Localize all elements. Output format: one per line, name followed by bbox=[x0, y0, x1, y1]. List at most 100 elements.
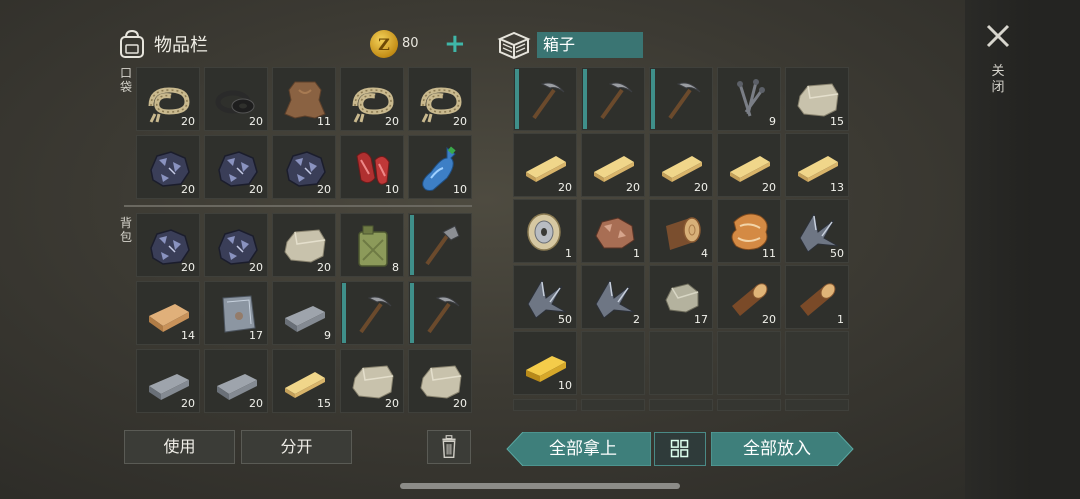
close-icon[interactable] bbox=[984, 22, 1012, 50]
backpack-slot[interactable] bbox=[340, 281, 404, 345]
use-button[interactable]: 使用 bbox=[124, 430, 235, 464]
durability-bar bbox=[410, 215, 414, 275]
box-name-field[interactable]: 箱子 bbox=[537, 32, 643, 58]
backpack-slot[interactable]: 17 bbox=[204, 281, 268, 345]
pickaxe-icon bbox=[668, 82, 701, 120]
put-all-button[interactable]: 全部放入 bbox=[711, 432, 843, 466]
box.slots-slot[interactable]: 1 bbox=[581, 199, 645, 263]
item-count: 20 bbox=[385, 115, 399, 128]
durability-bar bbox=[342, 283, 346, 343]
pickaxe-icon bbox=[600, 82, 633, 120]
box-header: 箱子 bbox=[497, 30, 643, 60]
coin-count: 80 bbox=[402, 36, 419, 51]
pocket-slot[interactable]: 20 bbox=[136, 67, 200, 131]
item-count: 11 bbox=[762, 247, 776, 260]
item-count: 10 bbox=[558, 379, 572, 392]
pocket-slot[interactable]: 20 bbox=[204, 67, 268, 131]
item-count: 20 bbox=[181, 261, 195, 274]
item-count: 1 bbox=[633, 247, 640, 260]
backpack-slot[interactable]: 8 bbox=[340, 213, 404, 277]
item-count: 17 bbox=[694, 313, 708, 326]
split-button[interactable]: 分开 bbox=[241, 430, 352, 464]
pocket-slot[interactable]: 20 bbox=[272, 135, 336, 199]
backpack-slot[interactable]: 15 bbox=[272, 349, 336, 413]
box.slots-slot[interactable]: 9 bbox=[717, 67, 781, 131]
backpack-slot[interactable] bbox=[408, 213, 472, 277]
durability-bar bbox=[515, 69, 519, 129]
firewood-icon bbox=[800, 283, 836, 316]
box-slot-partial bbox=[513, 399, 577, 411]
discard-button[interactable] bbox=[427, 430, 471, 464]
inventory-header: 物品栏 bbox=[118, 26, 208, 62]
pocket-slot[interactable]: 10 bbox=[408, 135, 472, 199]
box.slots-slot[interactable]: 13 bbox=[785, 133, 849, 197]
item-count: 20 bbox=[453, 115, 467, 128]
item-count: 20 bbox=[317, 261, 331, 274]
box.slots-slot[interactable]: 15 bbox=[785, 67, 849, 131]
grid-icon bbox=[670, 439, 689, 458]
backpack-slot[interactable] bbox=[408, 281, 472, 345]
backpack-slot[interactable]: 20 bbox=[204, 213, 268, 277]
box.slots-slot[interactable] bbox=[649, 67, 713, 131]
backpack-slot[interactable]: 14 bbox=[136, 281, 200, 345]
box.slots-slot[interactable]: 1 bbox=[785, 265, 849, 329]
box.slots-slot[interactable]: 20 bbox=[581, 133, 645, 197]
box.slots-slot[interactable]: 50 bbox=[785, 199, 849, 263]
item-count: 20 bbox=[181, 397, 195, 410]
box.slots-slot[interactable] bbox=[785, 331, 849, 395]
item-count: 20 bbox=[317, 183, 331, 196]
item-count: 20 bbox=[762, 313, 776, 326]
pocket-slot[interactable]: 10 bbox=[340, 135, 404, 199]
backpack-slot[interactable]: 9 bbox=[272, 281, 336, 345]
take-all-button[interactable]: 全部拿上 bbox=[518, 432, 648, 466]
add-coins-button[interactable]: + bbox=[444, 30, 466, 58]
box.slots-slot[interactable]: 20 bbox=[513, 133, 577, 197]
box.slots-slot[interactable]: 10 bbox=[513, 331, 577, 395]
box.slots-slot[interactable] bbox=[581, 67, 645, 131]
durability-bar bbox=[410, 283, 414, 343]
wire-spool-icon bbox=[527, 213, 561, 251]
item-count: 9 bbox=[769, 115, 776, 128]
backpack-slot[interactable]: 20 bbox=[340, 349, 404, 413]
close-label[interactable]: 关闭 bbox=[989, 64, 1007, 96]
backpack-slot[interactable]: 20 bbox=[136, 349, 200, 413]
box.slots-slot[interactable]: 4 bbox=[649, 199, 713, 263]
pickaxe-icon bbox=[532, 82, 565, 120]
backpack-label: 背包 bbox=[119, 216, 132, 244]
pocket-slot[interactable]: 20 bbox=[204, 135, 268, 199]
box.slots-slot[interactable]: 20 bbox=[717, 133, 781, 197]
section-divider bbox=[124, 205, 472, 207]
item-count: 20 bbox=[694, 181, 708, 194]
box.slots-slot[interactable]: 20 bbox=[717, 265, 781, 329]
backpack-slot[interactable]: 20 bbox=[136, 213, 200, 277]
box.slots-slot[interactable] bbox=[649, 331, 713, 395]
item-count: 10 bbox=[453, 183, 467, 196]
pocket-slot[interactable]: 20 bbox=[136, 135, 200, 199]
item-count: 15 bbox=[830, 115, 844, 128]
item-count: 20 bbox=[249, 183, 263, 196]
box.slots-slot[interactable] bbox=[717, 331, 781, 395]
pocket-slot[interactable]: 11 bbox=[272, 67, 336, 131]
backpack-slot[interactable]: 20 bbox=[272, 213, 336, 277]
item-count: 1 bbox=[837, 313, 844, 326]
box.slots-slot[interactable] bbox=[581, 331, 645, 395]
edge bbox=[1030, 0, 1080, 499]
box.slots-slot[interactable]: 50 bbox=[513, 265, 577, 329]
inventory-title: 物品栏 bbox=[154, 35, 208, 56]
iron-ingot-icon bbox=[285, 306, 325, 332]
pocket-slot[interactable]: 20 bbox=[340, 67, 404, 131]
item-count: 20 bbox=[181, 115, 195, 128]
box.slots-slot[interactable]: 20 bbox=[649, 133, 713, 197]
fuel-canister-icon bbox=[358, 225, 388, 267]
iron-ore-icon bbox=[595, 278, 635, 319]
box.slots-slot[interactable] bbox=[513, 67, 577, 131]
box.slots-slot[interactable]: 2 bbox=[581, 265, 645, 329]
backpack-slot[interactable]: 20 bbox=[408, 349, 472, 413]
pocket-slot[interactable]: 20 bbox=[408, 67, 472, 131]
box.slots-slot[interactable]: 1 bbox=[513, 199, 577, 263]
box.slots-slot[interactable]: 11 bbox=[717, 199, 781, 263]
home-indicator[interactable] bbox=[400, 483, 680, 489]
sort-button[interactable] bbox=[654, 432, 706, 466]
box.slots-slot[interactable]: 17 bbox=[649, 265, 713, 329]
backpack-slot[interactable]: 20 bbox=[204, 349, 268, 413]
